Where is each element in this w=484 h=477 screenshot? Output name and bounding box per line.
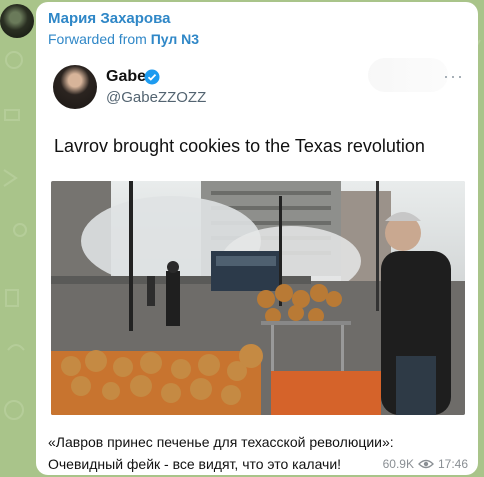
tweet-screenshot: Gabe @GabeZZOZZ ··· Lavrov brought cooki… <box>48 54 468 422</box>
photo-illustration <box>51 181 465 415</box>
tweet-photo[interactable] <box>51 181 465 415</box>
message-bubble: Мария Захарова Forwarded from Пул N3 Gab… <box>36 2 478 475</box>
tweet-text: Lavrov brought cookies to the Texas revo… <box>54 136 425 156</box>
forwarded-prefix: Forwarded from <box>48 31 147 47</box>
forwarded-source[interactable]: Пул N3 <box>151 31 199 47</box>
faint-overlay <box>368 58 448 92</box>
message-time: 17:46 <box>437 457 468 471</box>
forwarded-from[interactable]: Forwarded from Пул N3 <box>48 31 199 47</box>
sender-name[interactable]: Мария Захарова <box>48 10 170 27</box>
more-dots-icon: ··· <box>443 66 464 86</box>
tweet-author-handle: @GabeZZOZZ <box>106 89 207 106</box>
view-count: 60.9K <box>382 457 414 471</box>
verified-badge-icon <box>144 69 160 85</box>
caption-line-1: «Лавров принес печенье для техасской рев… <box>48 434 394 450</box>
tweet-author-avatar <box>53 65 97 109</box>
tweet-author-name: Gabe <box>106 68 147 85</box>
sender-avatar[interactable] <box>0 4 34 38</box>
message-meta: 60.9K 17:46 <box>383 457 468 471</box>
eye-icon <box>418 459 434 469</box>
